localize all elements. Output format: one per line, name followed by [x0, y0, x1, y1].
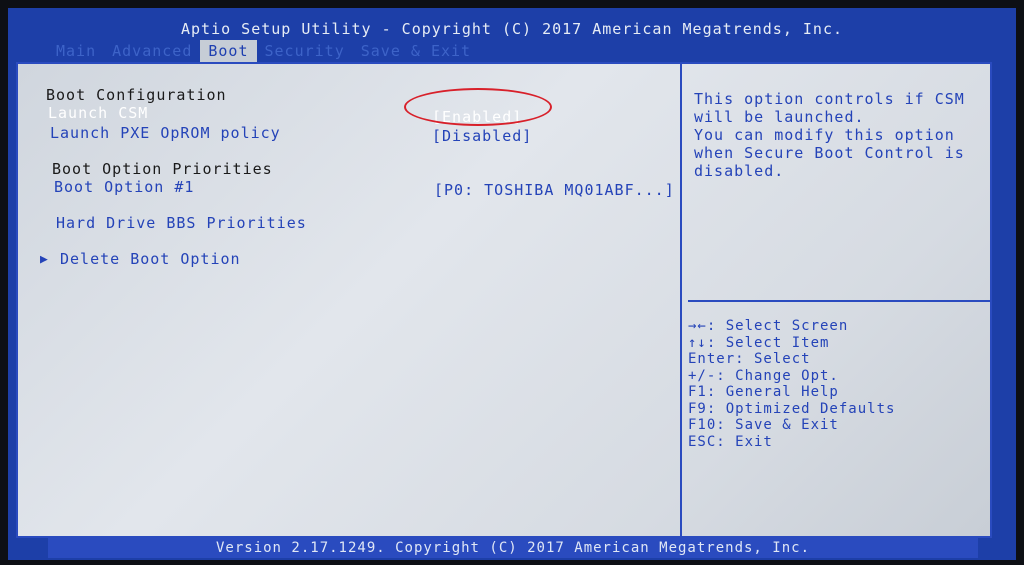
boot-option-priorities-heading: Boot Option Priorities	[52, 160, 273, 178]
hdd-bbs-priorities-label[interactable]: Hard Drive BBS Priorities	[56, 214, 307, 232]
tab-advanced[interactable]: Advanced	[104, 40, 200, 62]
launch-csm-label[interactable]: Launch CSM	[48, 104, 148, 122]
tab-boot[interactable]: Boot	[200, 40, 257, 62]
launch-pxe-label[interactable]: Launch PXE OpROM policy	[50, 124, 281, 142]
key-help-line: +/-: Change Opt.	[688, 367, 839, 384]
key-help-line: ESC: Exit	[688, 433, 773, 450]
submenu-arrow-icon: ▶	[40, 252, 49, 267]
key-help-line: F9: Optimized Defaults	[688, 400, 896, 417]
title-bar: Aptio Setup Utility - Copyright (C) 2017…	[180, 20, 844, 38]
footer-version: Version 2.17.1249. Copyright (C) 2017 Am…	[48, 538, 978, 558]
key-help-line: F10: Save & Exit	[688, 417, 839, 433]
help-line: when Secure Boot Control is	[694, 144, 965, 162]
delete-boot-option-label[interactable]: Delete Boot Option	[60, 250, 241, 268]
tab-bar: Main Advanced Boot Security Save & Exit	[48, 40, 479, 62]
tab-security[interactable]: Security	[257, 40, 353, 62]
bios-screen: Aptio Setup Utility - Copyright (C) 2017…	[8, 8, 1016, 560]
key-help: →←: Select Screen ↑↓: Select Item Enter:…	[688, 318, 988, 450]
main-panel: Boot Configuration Launch CSM [Enabled] …	[16, 62, 992, 538]
annotation-circle	[404, 88, 552, 126]
help-divider	[688, 300, 990, 302]
help-line: You can modify this option	[694, 126, 955, 144]
help-line: will be launched.	[694, 108, 865, 126]
key-help-line: ↑↓: Select Item	[688, 334, 830, 351]
launch-pxe-value[interactable]: [Disabled]	[432, 127, 532, 145]
tab-save-exit[interactable]: Save & Exit	[353, 40, 479, 62]
help-line: This option controls if CSM	[694, 90, 965, 108]
boot-option-1-value[interactable]: [P0: TOSHIBA MQ01ABF...]	[434, 181, 675, 199]
panel-divider	[680, 64, 682, 536]
boot-option-1-label[interactable]: Boot Option #1	[54, 178, 194, 196]
key-help-line: →←: Select Screen	[688, 318, 849, 334]
tab-main[interactable]: Main	[48, 40, 104, 62]
key-help-line: F1: General Help	[688, 384, 839, 400]
help-line: disabled.	[694, 162, 785, 180]
key-help-line: Enter: Select	[688, 351, 811, 367]
help-text: This option controls if CSM will be laun…	[694, 90, 990, 180]
boot-configuration-heading: Boot Configuration	[46, 86, 227, 104]
